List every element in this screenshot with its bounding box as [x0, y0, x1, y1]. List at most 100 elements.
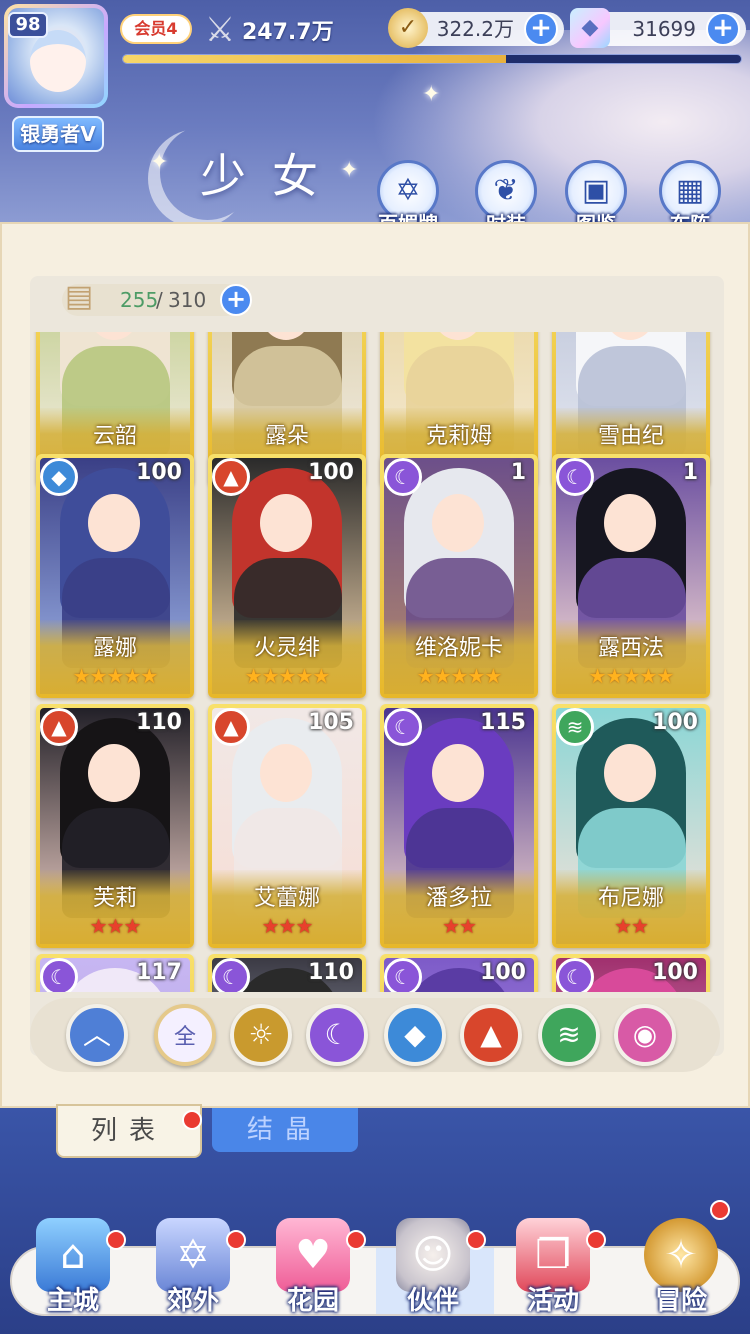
add-gold-button[interactable]: + — [524, 12, 558, 46]
all-filter-icon: 全 — [173, 1025, 196, 1050]
avatar-face — [30, 30, 86, 92]
star-icon: ★ — [656, 664, 674, 688]
nav-gift[interactable]: ❐ 活动 — [498, 1218, 608, 1318]
character-name: 维洛妮卡 — [414, 636, 503, 661]
gold-coin-icon: ✓ — [388, 8, 428, 48]
fire-element-icon: ▲ — [40, 708, 78, 746]
power-progress-bar — [122, 54, 742, 64]
moon-element-icon: ☾ — [384, 458, 422, 496]
star-icon: ★ — [450, 664, 469, 688]
character-card[interactable]: 芙莉 ★★★ ▲ 110 — [36, 704, 194, 948]
star-icon: ★ — [588, 664, 607, 688]
portrait-face — [88, 494, 140, 552]
moon-element-icon: ☾ — [212, 958, 250, 992]
nav-label: 活动 — [526, 1286, 579, 1316]
character-name: 艾蕾娜 — [253, 886, 320, 911]
fire-filter-button[interactable]: ▲ — [460, 1004, 522, 1066]
nav-gate[interactable]: ✡ 郊外 — [138, 1218, 248, 1318]
nav-label: 花园 — [286, 1286, 339, 1316]
moon-icon: ☾ — [324, 1018, 350, 1051]
character-card[interactable]: ☾ 100 — [380, 954, 538, 992]
notification-dot — [106, 1230, 126, 1250]
character-card[interactable]: 火灵绯 ★★★★★ ▲ 100 — [208, 454, 366, 698]
star-icon: ★ — [295, 914, 313, 938]
portrait-face — [260, 494, 312, 552]
capacity-total: 310 — [168, 288, 207, 312]
character-name: 云韶 — [92, 424, 137, 449]
character-name: 克莉姆 — [425, 424, 492, 449]
player-title-badge[interactable]: 银勇者V — [12, 116, 104, 152]
box-icon: ▤ — [64, 279, 94, 314]
player-level-badge: 98 — [8, 12, 48, 38]
moon-filter-button[interactable]: ☾ — [306, 1004, 368, 1066]
water-drop-filter-button[interactable]: ◆ — [384, 1004, 446, 1066]
character-level: 100 — [652, 710, 698, 735]
character-card[interactable]: 潘多拉 ★★ ☾ 115 — [380, 704, 538, 948]
character-card[interactable]: ☾ 117 — [36, 954, 194, 992]
nav-label: 郊外 — [166, 1286, 219, 1316]
character-card[interactable]: ☾ 110 — [208, 954, 366, 992]
character-card[interactable]: 露西法 ★★★★★ ☾ 1 — [552, 454, 710, 698]
vip-badge[interactable]: 会员4 — [120, 14, 192, 44]
character-card[interactable]: 维洛妮卡 ★★★★★ ☾ 1 — [380, 454, 538, 698]
nav-label: 冒险 — [654, 1286, 707, 1316]
star-icon: ★ — [261, 664, 280, 688]
star-icon: ★ — [639, 664, 657, 688]
star-icon: ★ — [459, 914, 477, 938]
nav-heart[interactable]: ♥ 花园 — [258, 1218, 368, 1318]
portrait-face — [88, 744, 140, 802]
fire-element-icon: ▲ — [212, 458, 250, 496]
notification-dot — [346, 1230, 366, 1250]
star-icon: ★ — [123, 914, 141, 938]
star-icon: ★ — [605, 664, 624, 688]
star-icon: ★ — [123, 664, 141, 688]
add-gem-button[interactable]: + — [706, 12, 740, 46]
star-icon: ★ — [484, 664, 502, 688]
star-icon: ★ — [295, 664, 313, 688]
nav-label: 主城 — [46, 1286, 99, 1316]
collapse-arrow-icon: ︿ — [82, 1018, 111, 1051]
character-level: 1 — [682, 460, 698, 485]
nav-castle[interactable]: ⌂ 主城 — [18, 1218, 128, 1318]
wind-element-icon: ≋ — [556, 708, 594, 746]
character-card[interactable]: ☾ 100 — [552, 954, 710, 992]
page-title: 少女 — [200, 149, 344, 203]
sun-filter-button[interactable]: ☼ — [230, 1004, 292, 1066]
character-card[interactable]: 露娜 ★★★★★ ◆ 100 — [36, 454, 194, 698]
character-name: 露朵 — [264, 424, 309, 449]
combat-power-value: 247.7万 — [242, 20, 334, 45]
star-icon: ★ — [278, 664, 297, 688]
character-card[interactable]: 艾蕾娜 ★★★ ▲ 105 — [208, 704, 366, 948]
nav-compass[interactable]: ✧ 冒险 — [626, 1200, 736, 1318]
star-rating: ★★★ — [36, 914, 194, 938]
character-grid: 云韶★★★★★露朵★★★★★克莉姆★★★★★雪由纪★★★★★露娜★★★★★◆10… — [30, 332, 720, 992]
crystal-gem-icon: ◆ — [570, 8, 610, 48]
star-rating: ★★★★★ — [380, 664, 538, 688]
collapse-arrow-filter-button[interactable]: ︿ — [66, 1004, 128, 1066]
portrait-face — [604, 494, 656, 552]
star-icon: ★ — [89, 914, 108, 938]
wind-filter-button[interactable]: ≋ — [538, 1004, 600, 1066]
star-icon: ★ — [614, 914, 632, 938]
character-level: 100 — [136, 460, 182, 485]
character-level: 105 — [308, 710, 354, 735]
star-icon: ★ — [140, 664, 158, 688]
notification-dot — [226, 1230, 246, 1250]
star-rating: ★★ — [380, 914, 538, 938]
sun-icon: ☼ — [248, 1018, 274, 1051]
character-card[interactable]: 布尼娜 ★★ ≋ 100 — [552, 704, 710, 948]
tab-list[interactable]: 列表 — [56, 1104, 202, 1158]
star-icon: ★ — [89, 664, 108, 688]
star-icon: ★ — [106, 664, 125, 688]
all-filter-filter-button[interactable]: 全 — [154, 1004, 216, 1066]
character-level: 117 — [136, 960, 182, 985]
fire-element-icon: ▲ — [212, 708, 250, 746]
planet-filter-button[interactable]: ◉ — [614, 1004, 676, 1066]
expand-capacity-button[interactable]: + — [220, 284, 252, 316]
tab-crystal[interactable]: 结晶 — [212, 1108, 358, 1152]
character-level: 100 — [652, 960, 698, 985]
character-level: 110 — [308, 960, 354, 985]
portrait-face — [432, 494, 484, 552]
nav-partner-avatar[interactable]: ☺ 伙伴 — [378, 1218, 488, 1318]
notification-dot — [182, 1110, 202, 1130]
